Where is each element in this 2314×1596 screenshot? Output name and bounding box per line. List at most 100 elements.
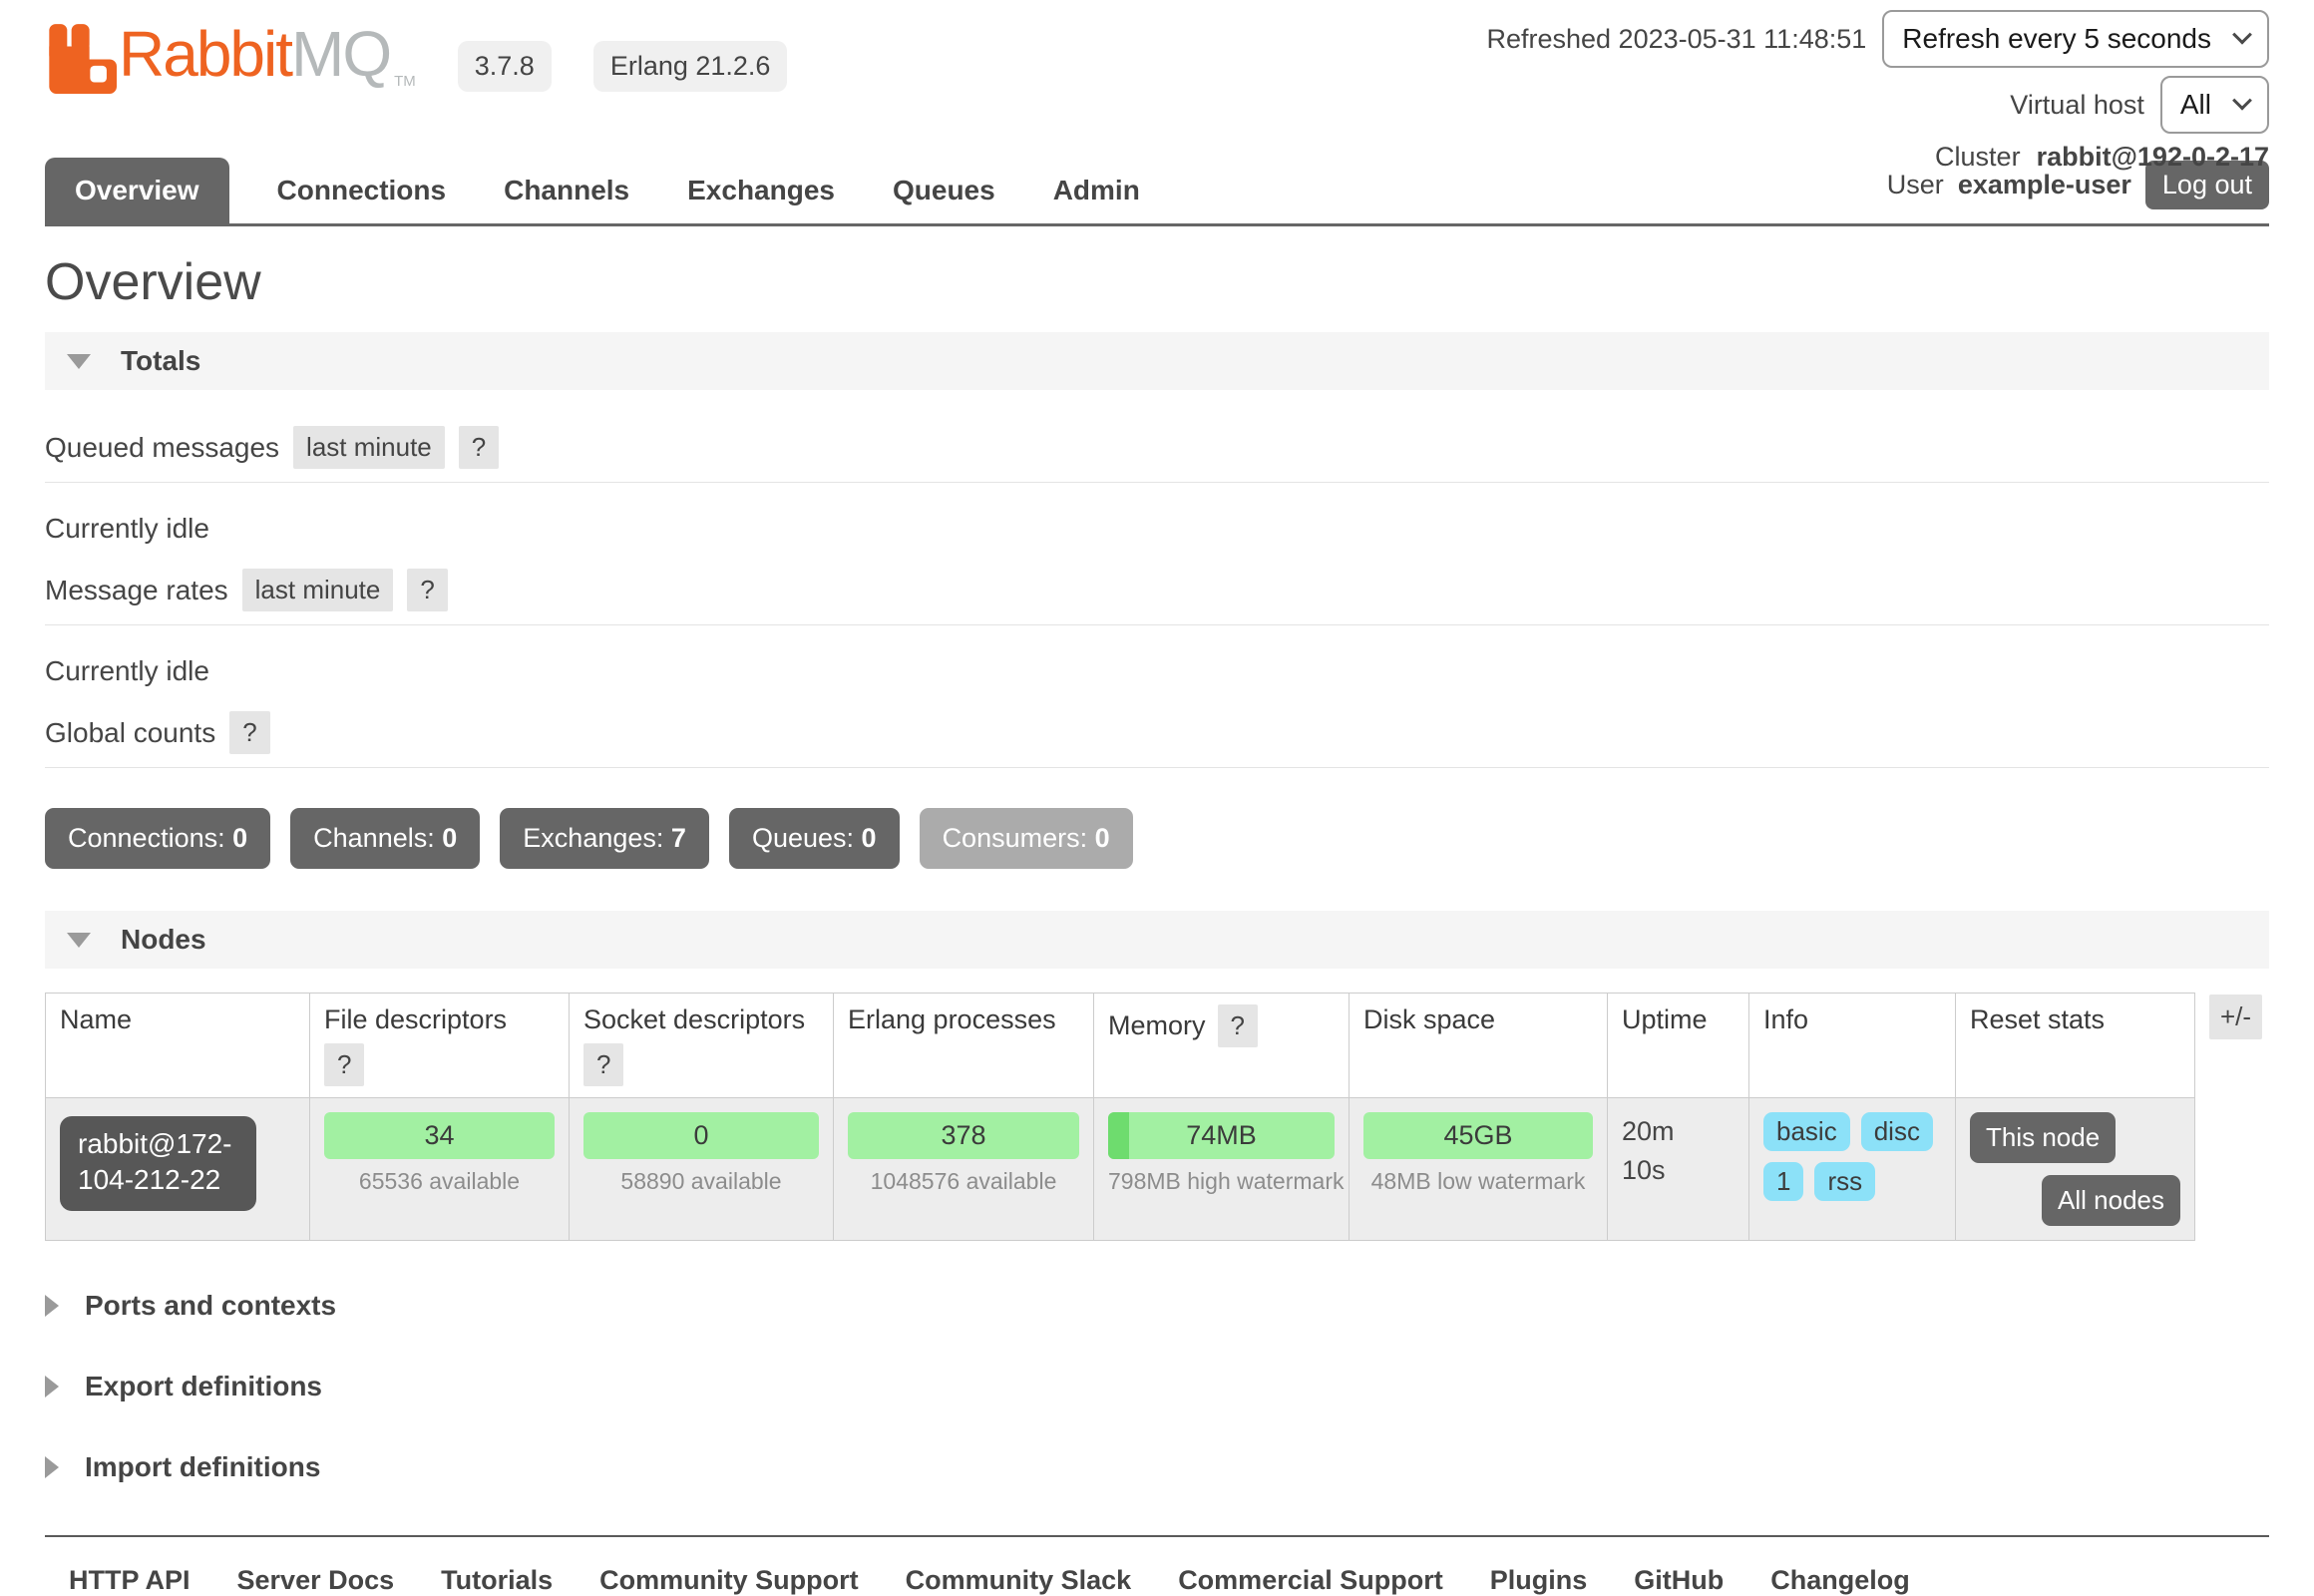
footer-link-changelog[interactable]: Changelog: [1770, 1565, 1910, 1596]
user-name: example-user: [1958, 170, 2131, 200]
reset-stats-cell: This node All nodes: [1956, 1098, 2195, 1241]
nodes-table: Name File descriptors? Socket descriptor…: [45, 993, 2195, 1241]
reset-all-nodes-button[interactable]: All nodes: [2042, 1175, 2180, 1226]
message-rates-heading: Message rates last minute ?: [45, 569, 2269, 625]
rabbitmq-logo-icon: [45, 22, 117, 94]
disk-space-cell: 45GB 48MB low watermark: [1350, 1098, 1608, 1241]
disk-space-bar: 45GB: [1363, 1112, 1593, 1159]
rabbitmq-logo[interactable]: RabbitMQ TM: [45, 22, 416, 94]
nodes-table-header-row: Name File descriptors? Socket descriptor…: [46, 994, 2195, 1098]
footer-link-commercial-support[interactable]: Commercial Support: [1178, 1565, 1443, 1596]
node-name-badge[interactable]: rabbit@172-104-212-22: [60, 1116, 256, 1211]
erlang-version-badge: Erlang 21.2.6: [593, 41, 788, 92]
info-tag-version: 1: [1763, 1162, 1803, 1201]
footer-link-community-slack[interactable]: Community Slack: [906, 1565, 1132, 1596]
tab-connections[interactable]: Connections: [277, 158, 447, 223]
global-counts-label: Global counts: [45, 717, 215, 749]
footer-link-community-support[interactable]: Community Support: [599, 1565, 858, 1596]
footer: HTTP API Server Docs Tutorials Community…: [45, 1535, 2269, 1596]
refreshed-timestamp: Refreshed 2023-05-31 11:48:51: [1486, 24, 1866, 55]
socket-descriptors-bar: 0: [583, 1112, 819, 1159]
connections-count-button[interactable]: Connections: 0: [45, 808, 270, 869]
ports-and-contexts-section[interactable]: Ports and contexts: [45, 1290, 2269, 1322]
global-counts-help-icon[interactable]: ?: [229, 711, 269, 754]
memory-cell: 74MB 798MB high watermark: [1094, 1098, 1350, 1241]
queued-messages-range-chip[interactable]: last minute: [293, 426, 445, 469]
triangle-right-icon: [45, 1456, 59, 1478]
queued-messages-label: Queued messages: [45, 432, 279, 464]
brand-wordmark: RabbitMQ: [119, 22, 390, 86]
memory-watermark: 798MB high watermark: [1108, 1168, 1335, 1195]
consumers-count-button[interactable]: Consumers: 0: [920, 808, 1133, 869]
memory-help-icon[interactable]: ?: [1218, 1004, 1258, 1047]
col-header-info: Info: [1749, 994, 1956, 1098]
file-descriptors-cell: 34 65536 available: [310, 1098, 570, 1241]
socket-descriptors-available: 58890 available: [583, 1168, 819, 1195]
nodes-section-header[interactable]: Nodes: [45, 911, 2269, 969]
queued-messages-heading: Queued messages last minute ?: [45, 426, 2269, 483]
cluster-name: rabbit@192-0-2-17: [2037, 142, 2269, 173]
col-header-file-descriptors: File descriptors?: [310, 994, 570, 1098]
footer-link-plugins[interactable]: Plugins: [1490, 1565, 1588, 1596]
triangle-right-icon: [45, 1295, 59, 1317]
triangle-down-icon: [67, 933, 91, 948]
erlang-processes-available: 1048576 available: [848, 1168, 1079, 1195]
export-definitions-section[interactable]: Export definitions: [45, 1371, 2269, 1402]
tab-overview[interactable]: Overview: [45, 158, 229, 223]
col-header-uptime: Uptime: [1608, 994, 1749, 1098]
chevron-down-icon: [2232, 91, 2252, 111]
message-rates-help-icon[interactable]: ?: [407, 569, 447, 611]
memory-used-segment: [1108, 1112, 1129, 1159]
col-header-socket-descriptors: Socket descriptors?: [570, 994, 834, 1098]
virtual-host-select[interactable]: All: [2160, 76, 2269, 134]
col-header-disk-space: Disk space: [1350, 994, 1608, 1098]
trademark-mark: TM: [394, 73, 416, 90]
file-descriptors-available: 65536 available: [324, 1168, 555, 1195]
page-header: RabbitMQ TM 3.7.8 Erlang 21.2.6 Refreshe…: [0, 0, 2314, 158]
import-definitions-section[interactable]: Import definitions: [45, 1451, 2269, 1483]
erlang-processes-cell: 378 1048576 available: [834, 1098, 1094, 1241]
tab-channels[interactable]: Channels: [504, 158, 629, 223]
refresh-interval-select[interactable]: Refresh every 5 seconds: [1882, 10, 2269, 68]
node-row: rabbit@172-104-212-22 34 65536 available…: [46, 1098, 2195, 1241]
queues-count-button[interactable]: Queues: 0: [729, 808, 900, 869]
reset-this-node-button[interactable]: This node: [1970, 1112, 2116, 1163]
triangle-right-icon: [45, 1376, 59, 1397]
erlang-processes-bar: 378: [848, 1112, 1079, 1159]
message-rates-range-chip[interactable]: last minute: [242, 569, 394, 611]
node-name-cell: rabbit@172-104-212-22: [46, 1098, 310, 1241]
tab-exchanges[interactable]: Exchanges: [687, 158, 835, 223]
version-badge: 3.7.8: [458, 41, 552, 92]
totals-section-header[interactable]: Totals: [45, 332, 2269, 390]
tab-admin[interactable]: Admin: [1053, 158, 1140, 223]
col-header-reset-stats: Reset stats: [1956, 994, 2195, 1098]
channels-count-button[interactable]: Channels: 0: [290, 808, 480, 869]
memory-bar: 74MB: [1108, 1112, 1335, 1159]
col-header-memory: Memory?: [1094, 994, 1350, 1098]
queued-messages-status: Currently idle: [45, 513, 2269, 545]
message-rates-label: Message rates: [45, 575, 228, 606]
uptime-cell: 20m 10s: [1608, 1098, 1749, 1241]
message-rates-status: Currently idle: [45, 655, 2269, 687]
info-tag-rss: rss: [1814, 1162, 1875, 1201]
file-descriptors-bar: 34: [324, 1112, 555, 1159]
columns-plus-minus-button[interactable]: +/-: [2209, 995, 2262, 1039]
col-header-name: Name: [46, 994, 310, 1098]
socket-descriptors-help-icon[interactable]: ?: [583, 1043, 623, 1086]
cluster-label: Cluster: [1935, 142, 2021, 173]
tab-queues[interactable]: Queues: [893, 158, 995, 223]
file-descriptors-help-icon[interactable]: ?: [324, 1043, 364, 1086]
exchanges-count-button[interactable]: Exchanges: 7: [500, 808, 709, 869]
chevron-down-icon: [2232, 25, 2252, 45]
queued-messages-help-icon[interactable]: ?: [459, 426, 499, 469]
triangle-down-icon: [67, 354, 91, 369]
footer-link-server-docs[interactable]: Server Docs: [237, 1565, 395, 1596]
footer-link-github[interactable]: GitHub: [1634, 1565, 1724, 1596]
socket-descriptors-cell: 0 58890 available: [570, 1098, 834, 1241]
footer-link-tutorials[interactable]: Tutorials: [441, 1565, 553, 1596]
virtual-host-label: Virtual host: [2010, 90, 2144, 121]
info-tag-basic: basic: [1763, 1112, 1850, 1151]
footer-link-http-api[interactable]: HTTP API: [69, 1565, 191, 1596]
col-header-erlang-processes: Erlang processes: [834, 994, 1094, 1098]
info-cell: basic disc 1 rss: [1749, 1098, 1956, 1241]
